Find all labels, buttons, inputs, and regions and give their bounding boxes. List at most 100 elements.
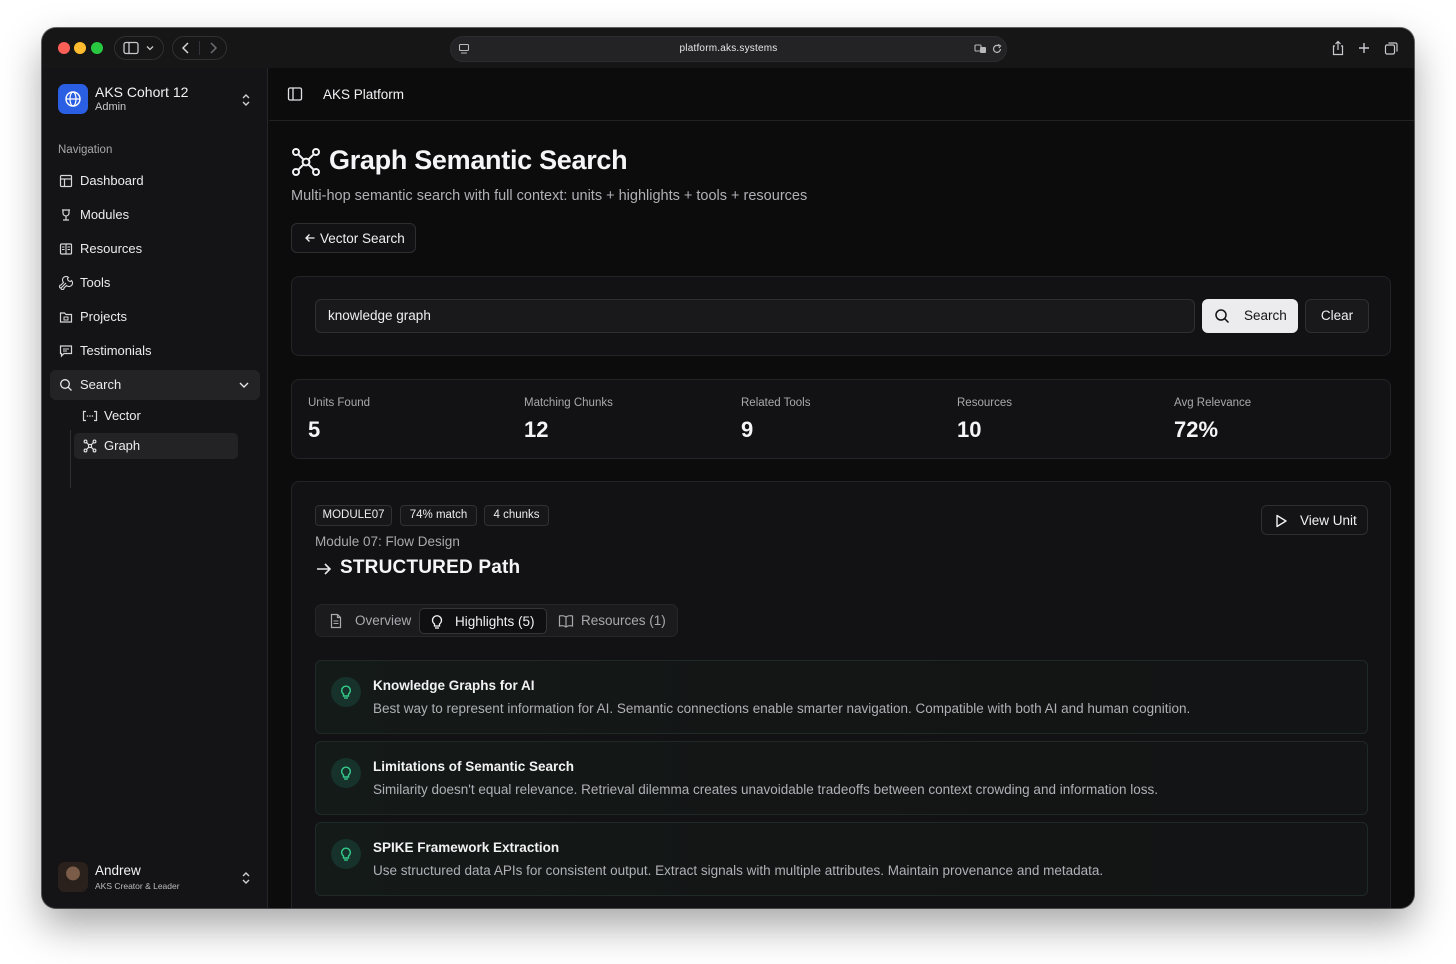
- sidebar-item-testimonials[interactable]: Testimonials: [50, 336, 260, 366]
- stat-related-tools: Related Tools 9: [725, 380, 941, 460]
- org-switcher[interactable]: AKS Cohort 12 Admin: [58, 84, 258, 120]
- maximize-window-button[interactable]: [91, 42, 103, 54]
- stat-value: 12: [524, 417, 549, 442]
- search-input[interactable]: knowledge graph: [315, 299, 1195, 333]
- reload-icon[interactable]: [991, 43, 1003, 55]
- chevron-down-icon: [239, 382, 249, 388]
- clear-button[interactable]: Clear: [1305, 299, 1369, 333]
- graph-icon: [82, 438, 98, 454]
- stat-label: Avg Relevance: [1174, 397, 1252, 409]
- arrow-right-icon: [317, 563, 332, 575]
- arrow-left-icon: [305, 234, 315, 242]
- stat-label: Resources: [957, 397, 1012, 409]
- sidebar-item-dashboard[interactable]: Dashboard: [50, 166, 260, 196]
- stat-avg-relevance: Avg Relevance 72%: [1158, 380, 1374, 460]
- highlight-body: Use structured data APIs for consistent …: [373, 863, 1104, 878]
- testimonials-icon: [58, 343, 74, 359]
- stat-units-found: Units Found 5: [292, 380, 508, 460]
- avatar: [58, 862, 88, 892]
- sidebar: AKS Cohort 12 Admin Navigation Dashboard…: [42, 68, 268, 908]
- sidebar-subitem-label: Vector: [104, 408, 141, 423]
- translate-icon[interactable]: [974, 43, 988, 55]
- highlight-body: Best way to represent information for AI…: [373, 701, 1191, 716]
- modules-icon: [58, 207, 74, 223]
- close-window-button[interactable]: [58, 42, 70, 54]
- highlight-item: SPIKE Framework Extraction Use structure…: [315, 822, 1368, 896]
- share-icon[interactable]: [1330, 40, 1346, 56]
- lightbulb-icon: [331, 839, 361, 869]
- sidebar-toggle-button[interactable]: [114, 36, 164, 60]
- sidebar-item-label: Dashboard: [80, 173, 144, 188]
- lightbulb-icon: [331, 677, 361, 707]
- graph-icon: [292, 148, 320, 176]
- tools-icon: [58, 275, 74, 291]
- lightbulb-icon: [431, 615, 443, 629]
- new-tab-icon[interactable]: [1356, 40, 1372, 56]
- resources-icon: [58, 241, 74, 257]
- tab-label: Resources (1): [581, 613, 666, 628]
- user-menu[interactable]: Andrew AKS Creator & Leader: [58, 862, 258, 894]
- highlight-item: Limitations of Semantic Search Similarit…: [315, 741, 1368, 815]
- tab-highlights[interactable]: Highlights (5): [419, 608, 547, 634]
- minimize-window-button[interactable]: [74, 42, 86, 54]
- nav-section-title: Navigation: [58, 144, 113, 156]
- stat-value: 9: [741, 417, 754, 442]
- stat-resources: Resources 10: [941, 380, 1157, 460]
- sidebar-item-projects[interactable]: Projects: [50, 302, 260, 332]
- highlight-item: Knowledge Graphs for AI Best way to repr…: [315, 660, 1368, 734]
- search-button-label: Search: [1244, 308, 1287, 323]
- sidebar-item-modules[interactable]: Modules: [50, 200, 260, 230]
- vector-icon: [82, 408, 98, 424]
- sidebar-item-label: Projects: [80, 309, 127, 324]
- module-badge: MODULE07: [315, 505, 392, 526]
- page-title: Graph Semantic Search: [329, 145, 628, 175]
- stats-panel: Units Found 5 Matching Chunks 12 Related…: [291, 379, 1391, 459]
- page-subtitle: Multi-hop semantic search with full cont…: [291, 188, 808, 204]
- submenu-guide-line: [70, 430, 71, 488]
- tab-overview[interactable]: Overview: [319, 608, 417, 634]
- sidebar-item-label: Modules: [80, 207, 130, 222]
- dashboard-icon: [58, 173, 74, 189]
- sidebar-item-resources[interactable]: Resources: [50, 234, 260, 264]
- breadcrumb: AKS Platform: [323, 87, 405, 102]
- lightbulb-icon: [331, 758, 361, 788]
- stat-label: Units Found: [308, 397, 371, 409]
- sidebar-item-tools[interactable]: Tools: [50, 268, 260, 298]
- view-unit-button[interactable]: View Unit: [1261, 505, 1368, 535]
- stat-label: Related Tools: [741, 397, 811, 409]
- back-arrow-icon[interactable]: [179, 41, 193, 55]
- sidebar-icon: [123, 41, 139, 55]
- highlight-title: Knowledge Graphs for AI: [373, 678, 535, 693]
- stat-matching-chunks: Matching Chunks 12: [508, 380, 724, 460]
- view-unit-label: View Unit: [1300, 513, 1357, 528]
- sidebar-subitem-label: Graph: [104, 438, 141, 453]
- browser-title-bar: platform.aks.systems: [42, 28, 1414, 68]
- play-icon: [1276, 514, 1287, 528]
- stat-label: Matching Chunks: [524, 397, 613, 409]
- globe-icon: [58, 84, 88, 114]
- address-bar[interactable]: platform.aks.systems: [450, 36, 1007, 62]
- tab-overview-icon[interactable]: [1383, 40, 1399, 56]
- sidebar-toggle-icon[interactable]: [287, 86, 303, 102]
- module-name: Module 07: Flow Design: [315, 534, 460, 549]
- stat-value: 10: [957, 417, 982, 442]
- history-nav-group: [172, 36, 227, 60]
- unit-title: STRUCTURED Path: [340, 557, 521, 578]
- forward-arrow-icon[interactable]: [206, 41, 220, 55]
- tab-label: Overview: [355, 613, 412, 628]
- stat-value: 72%: [1174, 417, 1219, 442]
- tab-resources[interactable]: Resources (1): [549, 608, 674, 634]
- vector-search-back-button[interactable]: Vector Search: [291, 223, 416, 253]
- browser-window: platform.aks.systems AKS Cohort 12 Admin…: [42, 28, 1414, 908]
- user-role: AKS Creator & Leader: [95, 881, 180, 891]
- highlight-title: Limitations of Semantic Search: [373, 759, 575, 774]
- sidebar-subitem-vector[interactable]: Vector: [74, 403, 238, 429]
- result-tabs: Overview Highlights (5) Resources (1): [315, 604, 678, 637]
- book-icon: [558, 615, 574, 628]
- search-button[interactable]: Search: [1202, 299, 1298, 333]
- sidebar-item-label: Search: [80, 377, 122, 392]
- projects-icon: [58, 309, 74, 325]
- sidebar-item-search[interactable]: Search: [50, 370, 260, 400]
- sidebar-subitem-graph[interactable]: Graph: [74, 433, 238, 459]
- top-bar: AKS Platform: [269, 68, 1414, 121]
